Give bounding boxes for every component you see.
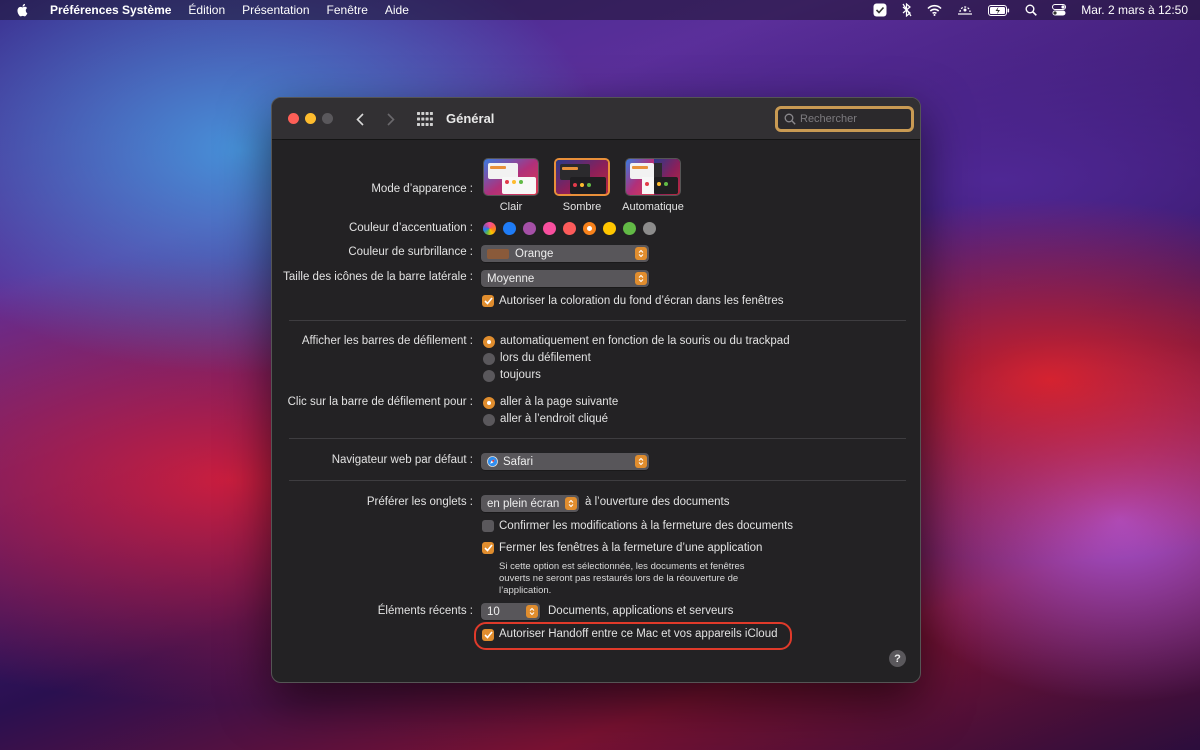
accent-color-label: Couleur d’accentuation :	[348, 222, 473, 234]
scroll-click-option-clicked-spot[interactable]: aller à l’endroit cliqué	[500, 413, 608, 425]
appearance-label: Mode d’apparence :	[371, 183, 473, 195]
chevron-updown-icon	[635, 455, 647, 468]
recent-items-suffix: Documents, applications et serveurs	[548, 605, 734, 617]
prefer-tabs-value: en plein écran	[487, 497, 560, 510]
accent-swatch-green[interactable]	[623, 222, 636, 235]
chevron-updown-icon	[635, 272, 647, 285]
safari-icon	[487, 456, 498, 467]
scrollbars-radio-auto[interactable]	[483, 336, 495, 348]
scroll-click-option-next-page[interactable]: aller à la page suivante	[500, 396, 618, 408]
accent-swatch-pink[interactable]	[543, 222, 556, 235]
menu-edition[interactable]: Édition	[188, 3, 225, 17]
prefer-tabs-label: Préférer les onglets :	[366, 496, 473, 508]
chevron-updown-icon	[635, 247, 647, 260]
prefer-tabs-popup[interactable]: en plein écran	[481, 495, 579, 512]
accent-swatch-yellow[interactable]	[603, 222, 616, 235]
menu-window[interactable]: Fenêtre	[327, 3, 368, 17]
highlight-color-label: Couleur de surbrillance :	[348, 246, 473, 258]
minimize-window-button[interactable]	[305, 113, 316, 124]
appearance-auto-thumbnail[interactable]	[625, 158, 681, 196]
chevron-updown-icon	[526, 605, 538, 618]
separator	[289, 320, 906, 321]
separator	[289, 438, 906, 439]
highlight-color-popup[interactable]: Orange	[481, 245, 649, 262]
accent-swatch-blue[interactable]	[503, 222, 516, 235]
control-center-icon[interactable]	[1052, 4, 1067, 16]
show-all-grid-icon[interactable]	[417, 112, 433, 126]
menu-clock[interactable]: Mar. 2 mars à 12:50	[1081, 3, 1188, 17]
close-window-button[interactable]	[288, 113, 299, 124]
default-browser-value: Safari	[503, 455, 534, 468]
help-button[interactable]: ?	[889, 650, 906, 667]
appearance-option-light[interactable]: Clair	[471, 201, 551, 213]
back-button[interactable]	[352, 110, 368, 128]
sidebar-icon-size-popup[interactable]: Moyenne	[481, 270, 649, 287]
scroll-click-radio-next-page[interactable]	[483, 397, 495, 409]
window-title: Général	[446, 111, 495, 126]
default-browser-label: Navigateur web par défaut :	[331, 454, 473, 466]
preferences-window: Général Mode d’apparence :	[271, 97, 921, 683]
accent-swatch-orange[interactable]	[583, 222, 596, 235]
prefer-tabs-suffix: à l’ouverture des documents	[585, 496, 730, 508]
close-windows-note: Si cette option est sélectionnée, les do…	[499, 561, 745, 596]
spotlight-search-icon[interactable]	[1025, 4, 1038, 16]
checkmark-icon	[483, 631, 493, 639]
battery-icon[interactable]	[988, 4, 1010, 16]
menu-app-name[interactable]: Préférences Système	[50, 3, 171, 17]
sidebar-icon-size-label: Taille des icônes de la barre latérale :	[283, 271, 473, 283]
checkmark-icon	[483, 544, 493, 552]
appearance-light-thumbnail[interactable]	[483, 158, 539, 196]
menu-bar: Préférences Système Édition Présentation…	[0, 0, 1200, 20]
scrollbars-option-always[interactable]: toujours	[500, 369, 541, 381]
wifi-icon[interactable]	[927, 4, 942, 16]
zoom-window-button[interactable]	[322, 113, 333, 124]
scroll-click-radio-clicked-spot[interactable]	[483, 414, 495, 426]
confirm-changes-checkbox[interactable]	[482, 520, 494, 532]
checkmark-icon	[483, 297, 493, 305]
search-field[interactable]	[775, 106, 914, 132]
recent-items-value: 10	[487, 605, 500, 618]
scrollbars-radio-always[interactable]	[483, 370, 495, 382]
window-titlebar: Général	[272, 98, 920, 140]
search-input[interactable]	[800, 113, 900, 125]
apple-menu-icon[interactable]	[16, 3, 30, 17]
confirm-changes-label[interactable]: Confirmer les modifications à la fermetu…	[499, 520, 793, 532]
scrollbars-option-auto[interactable]: automatiquement en fonction de la souris…	[500, 335, 790, 347]
forward-button[interactable]	[383, 110, 399, 128]
default-browser-popup[interactable]: Safari	[481, 453, 649, 470]
appearance-option-dark[interactable]: Sombre	[542, 201, 622, 213]
checklist-icon[interactable]	[873, 3, 887, 17]
menu-presentation[interactable]: Présentation	[242, 3, 309, 17]
accent-swatch-multicolor[interactable]	[483, 222, 496, 235]
close-windows-label[interactable]: Fermer les fenêtres à la fermeture d’une…	[499, 542, 762, 554]
recent-items-popup[interactable]: 10	[481, 603, 540, 620]
menu-help[interactable]: Aide	[385, 3, 409, 17]
accent-swatch-red[interactable]	[563, 222, 576, 235]
wallpaper-tinting-checkbox[interactable]	[482, 295, 494, 307]
airdrop-icon[interactable]	[957, 4, 973, 16]
scrollbars-option-scrolling[interactable]: lors du défilement	[500, 352, 591, 364]
wallpaper-tinting-label[interactable]: Autoriser la coloration du fond d’écran …	[499, 295, 783, 307]
close-windows-checkbox[interactable]	[482, 542, 494, 554]
search-icon	[784, 113, 796, 125]
scroll-click-label: Clic sur la barre de défilement pour :	[287, 396, 473, 408]
accent-swatch-purple[interactable]	[523, 222, 536, 235]
highlight-swatch	[487, 248, 509, 259]
scrollbars-radio-scrolling[interactable]	[483, 353, 495, 365]
chevron-updown-icon	[565, 497, 577, 510]
highlight-color-value: Orange	[515, 247, 554, 260]
recent-items-label: Éléments récents :	[377, 605, 473, 617]
handoff-label[interactable]: Autoriser Handoff entre ce Mac et vos ap…	[499, 628, 778, 640]
scrollbars-label: Afficher les barres de défilement :	[301, 335, 473, 347]
bluetooth-icon[interactable]	[902, 3, 912, 17]
accent-swatch-graphite[interactable]	[643, 222, 656, 235]
appearance-option-auto[interactable]: Automatique	[613, 201, 693, 213]
separator	[289, 480, 906, 481]
appearance-dark-thumbnail[interactable]	[554, 158, 610, 196]
handoff-checkbox[interactable]	[482, 629, 494, 641]
sidebar-icon-size-value: Moyenne	[487, 272, 535, 285]
